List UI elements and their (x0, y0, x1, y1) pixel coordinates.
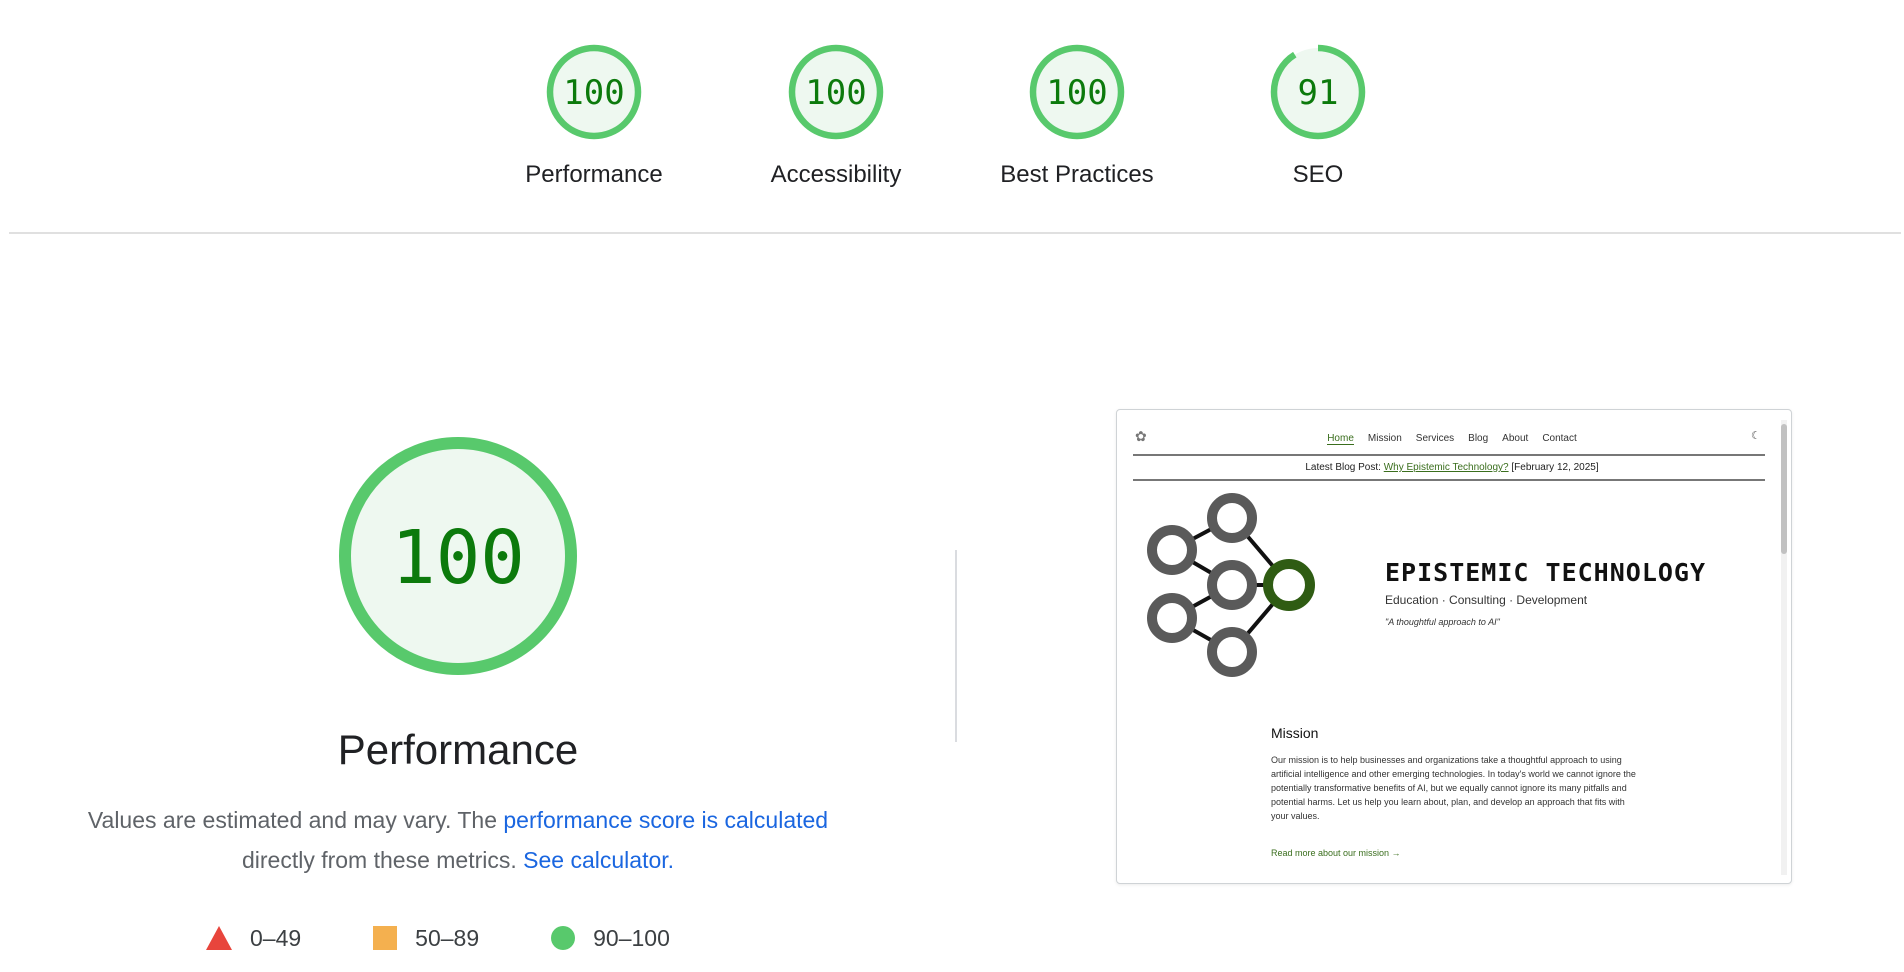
gauge-accessibility[interactable]: 100 Accessibility (716, 42, 956, 202)
read-more-link: Read more about our mission → (1271, 848, 1401, 858)
neural-network-logo-icon (1147, 493, 1315, 677)
nav-services: Services (1415, 433, 1455, 444)
final-screenshot[interactable]: ✿ Home Mission Services Blog About Conta… (1116, 409, 1792, 884)
scrollbar (1781, 420, 1787, 875)
performance-main-gauge: 100 (339, 437, 577, 675)
gauge-performance[interactable]: 100 Performance (474, 42, 714, 202)
gauge-label: Best Practices (1000, 161, 1154, 188)
legend-item-fail: 0–49 (206, 925, 301, 952)
nav-mission: Mission (1367, 433, 1402, 444)
gauge-ring: 100 (546, 44, 642, 140)
triangle-icon (206, 926, 232, 950)
site-tagline: "A thoughtful approach to AI" (1385, 617, 1500, 627)
rule-line (1133, 454, 1765, 456)
performance-description: Values are estimated and may vary. The p… (60, 800, 856, 880)
banner-date: [February 12, 2025] (1508, 462, 1599, 473)
moon-icon: ☾ (1751, 430, 1761, 442)
gauge-score: 100 (1046, 73, 1107, 113)
desc-text: directly from these metrics. (241, 847, 524, 873)
performance-score-link[interactable]: performance score is calculated (503, 807, 828, 833)
gauge-ring: 100 (788, 44, 884, 140)
see-calculator-link[interactable]: See calculator. (523, 847, 674, 873)
legend-item-pass: 90–100 (551, 925, 670, 952)
nav-blog: Blog (1468, 433, 1489, 444)
gauge-score: 100 (805, 73, 866, 113)
mission-heading: Mission (1271, 725, 1319, 741)
gauge-score: 91 (1298, 73, 1339, 113)
legend-label: 50–89 (415, 924, 480, 951)
gauge-seo[interactable]: 91 SEO (1198, 42, 1438, 202)
site-subtitle: Education · Consulting · Development (1385, 593, 1588, 607)
nav-home: Home (1327, 433, 1354, 445)
score-legend: 0–49 50–89 90–100 (206, 922, 670, 954)
gauge-ring: 91 (1270, 44, 1366, 140)
legend-label: 90–100 (593, 924, 670, 951)
gauge-label: SEO (1292, 161, 1344, 188)
gauge-ring: 100 (1029, 44, 1125, 140)
vertical-divider (955, 550, 957, 742)
main-score: 100 (391, 515, 525, 601)
square-icon (373, 926, 398, 950)
nav-about: About (1502, 433, 1529, 444)
scrollbar-thumb (1781, 424, 1787, 554)
performance-title: Performance (337, 726, 579, 773)
banner-link: Why Epistemic Technology? (1383, 462, 1509, 473)
rule-line (1133, 479, 1765, 481)
legend-item-average: 50–89 (373, 925, 479, 952)
circle-icon (551, 926, 576, 950)
mission-text: Our mission is to help businesses and or… (1271, 755, 1636, 821)
nav-contact: Contact (1542, 433, 1577, 444)
legend-label: 0–49 (250, 924, 302, 951)
banner-prefix: Latest Blog Post: (1305, 462, 1384, 473)
site-nav: Home Mission Services Blog About Contact (1117, 433, 1787, 445)
blog-banner: Latest Blog Post: Why Epistemic Technolo… (1117, 462, 1787, 473)
site-title: EPISTEMIC TECHNOLOGY (1385, 558, 1707, 587)
gauge-score: 100 (563, 73, 624, 113)
gauge-best-practices[interactable]: 100 Best Practices (957, 42, 1197, 202)
desc-text: Values are estimated and may vary. The (87, 807, 504, 833)
category-gauges: 100 Performance 100 Accessibility 100 Be… (0, 0, 1904, 232)
section-divider (9, 232, 1901, 234)
gauge-label: Accessibility (770, 161, 902, 188)
gauge-label: Performance (525, 161, 663, 188)
